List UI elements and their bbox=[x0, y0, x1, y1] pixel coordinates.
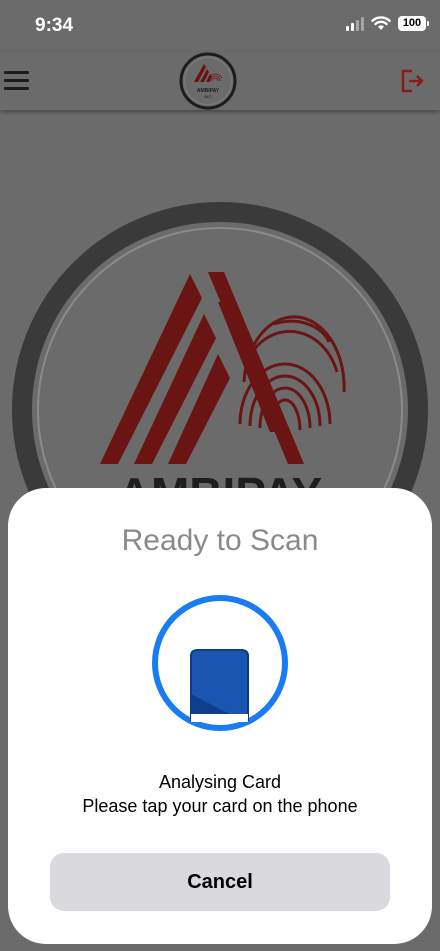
hamburger-menu-icon[interactable] bbox=[4, 71, 29, 91]
scan-status-text: Analysing Card bbox=[158, 772, 282, 792]
logout-icon[interactable] bbox=[400, 68, 426, 94]
status-time: 9:34 bbox=[35, 15, 74, 36]
sheet-title: Ready to Scan bbox=[121, 524, 319, 557]
scan-ring bbox=[152, 595, 288, 731]
status-bar: 9:34 100 bbox=[0, 0, 440, 52]
battery-icon: 100 bbox=[398, 16, 429, 31]
svg-text:BIO: BIO bbox=[205, 94, 212, 99]
app-header: AMBIPAY BIO bbox=[0, 52, 440, 110]
nfc-scan-sheet: Ready to Scan Analysing Card Please tap … bbox=[8, 488, 432, 944]
cancel-button[interactable]: Cancel bbox=[50, 853, 390, 911]
phone-icon bbox=[190, 649, 249, 722]
scan-message: Analysing Card Please tap your card on t… bbox=[8, 770, 432, 818]
cellular-signal-icon bbox=[346, 16, 364, 31]
scan-instruction-text: Please tap your card on the phone bbox=[82, 796, 358, 816]
wifi-icon bbox=[371, 16, 391, 30]
ambipay-logo: AMBIPAY BIO bbox=[179, 52, 237, 110]
status-icons: 100 bbox=[346, 16, 429, 31]
